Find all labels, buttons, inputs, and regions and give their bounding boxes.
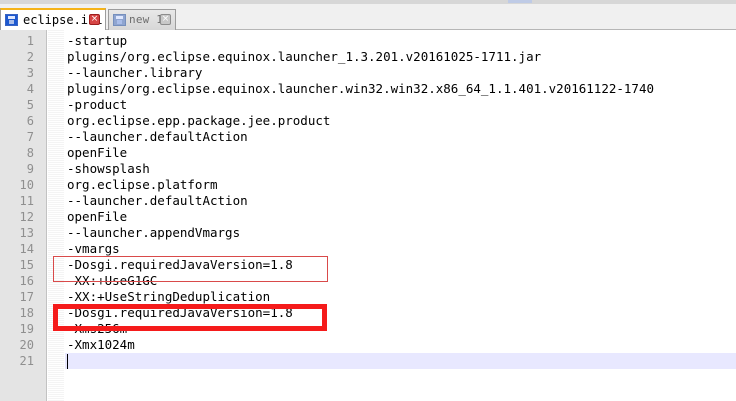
text-editor[interactable]: 1 -startup 2 plugins/org.eclipse.equinox.l…: [0, 30, 736, 401]
tab-label: new 1: [129, 13, 164, 26]
line-number: 8: [26, 146, 34, 160]
top-scroll-indicator: [508, 0, 532, 3]
editor-line[interactable]: 2 plugins/org.eclipse.equinox.launcher_1.…: [0, 49, 736, 65]
editor-line[interactable]: 10 org.eclipse.platform: [0, 177, 736, 193]
close-icon[interactable]: ×: [160, 14, 171, 25]
line-text[interactable]: --launcher.library: [67, 65, 202, 81]
line-text[interactable]: --launcher.defaultAction: [67, 129, 248, 145]
line-number: 13: [19, 226, 34, 240]
line-number: 21: [19, 354, 34, 368]
line-text[interactable]: -vmargs: [67, 241, 120, 257]
annotation-box-line-15: [53, 256, 328, 282]
editor-line[interactable]: 13 --launcher.appendVmargs: [0, 225, 736, 241]
close-icon[interactable]: ×: [89, 14, 100, 25]
line-number: 15: [19, 258, 34, 272]
editor-line[interactable]: 7 --launcher.defaultAction: [0, 129, 736, 145]
line-number: 12: [19, 210, 34, 224]
line-number: 2: [26, 50, 34, 64]
line-text[interactable]: --launcher.defaultAction: [67, 193, 248, 209]
line-number: 11: [19, 194, 34, 208]
editor-line[interactable]: 6 org.eclipse.epp.package.jee.product: [0, 113, 736, 129]
line-number: 5: [26, 98, 34, 112]
line-text[interactable]: org.eclipse.epp.package.jee.product: [67, 113, 330, 129]
line-text[interactable]: plugins/org.eclipse.equinox.launcher_1.3…: [67, 49, 541, 65]
line-text[interactable]: openFile: [67, 145, 127, 161]
document-tab-bar: eclipse.ini × new 1 ×: [0, 0, 736, 30]
line-text[interactable]: openFile: [67, 209, 127, 225]
editor-line[interactable]: 9 -showsplash: [0, 161, 736, 177]
save-icon: [113, 14, 126, 26]
line-number: 6: [26, 114, 34, 128]
line-number: 10: [19, 178, 34, 192]
tab-new-1[interactable]: new 1 ×: [108, 9, 176, 30]
editor-line[interactable]: 17 -XX:+UseStringDeduplication: [0, 289, 736, 305]
line-text[interactable]: -XX:+UseStringDeduplication: [67, 289, 270, 305]
editor-line[interactable]: 11 --launcher.defaultAction: [0, 193, 736, 209]
line-number: 19: [19, 322, 34, 336]
line-text[interactable]: -startup: [67, 33, 127, 49]
line-number: 18: [19, 306, 34, 320]
line-number: 3: [26, 66, 34, 80]
line-text[interactable]: --launcher.appendVmargs: [67, 225, 240, 241]
editor-line[interactable]: 8 openFile: [0, 145, 736, 161]
line-number: 9: [26, 162, 34, 176]
annotation-box-line-18: [53, 304, 327, 331]
line-number: 4: [26, 82, 34, 96]
editor-line[interactable]: 1 -startup: [0, 33, 736, 49]
line-text[interactable]: -product: [67, 97, 127, 113]
line-number: 20: [19, 338, 34, 352]
save-icon: [5, 14, 18, 26]
notepad-plus-plus-editor: eclipse.ini × new 1 × 1 -startup 2 plugins…: [0, 0, 736, 401]
editor-line[interactable]: 12 openFile: [0, 209, 736, 225]
editor-line[interactable]: 21: [0, 353, 736, 369]
line-number: 17: [19, 290, 34, 304]
line-number: 1: [26, 34, 34, 48]
editor-line[interactable]: 3 --launcher.library: [0, 65, 736, 81]
editor-line[interactable]: 20 -Xmx1024m: [0, 337, 736, 353]
line-text[interactable]: org.eclipse.platform: [67, 177, 218, 193]
line-number: 7: [26, 130, 34, 144]
line-text[interactable]: -Xmx1024m: [67, 337, 135, 353]
line-number: 14: [19, 242, 34, 256]
line-number: 16: [19, 274, 34, 288]
line-text[interactable]: -showsplash: [67, 161, 150, 177]
window-top-edge: [0, 0, 736, 4]
editor-line[interactable]: 4 plugins/org.eclipse.equinox.launcher.wi…: [0, 81, 736, 97]
line-text[interactable]: plugins/org.eclipse.equinox.launcher.win…: [67, 81, 654, 97]
tab-eclipse-ini[interactable]: eclipse.ini ×: [0, 8, 106, 30]
editor-line[interactable]: 14 -vmargs: [0, 241, 736, 257]
editor-line[interactable]: 5 -product: [0, 97, 736, 113]
